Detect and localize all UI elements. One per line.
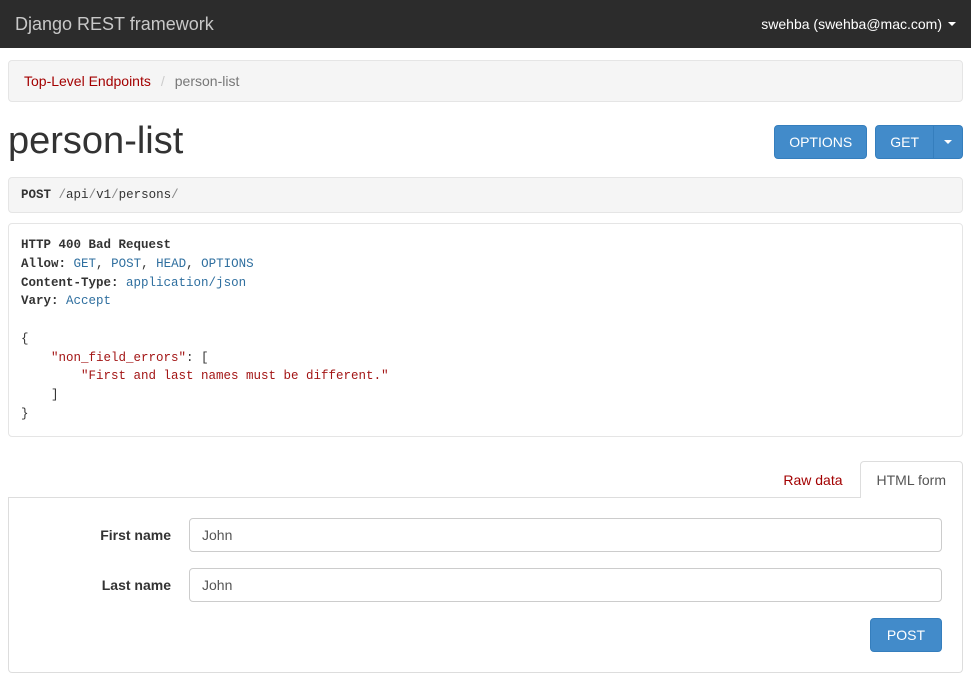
tab-raw-data[interactable]: Raw data xyxy=(766,461,859,498)
request-line: POST /api/v1/persons/ xyxy=(8,177,963,213)
chevron-down-icon xyxy=(944,140,952,144)
get-button[interactable]: GET xyxy=(875,125,934,159)
request-method: POST xyxy=(21,188,51,202)
form-panel: First name Last name POST xyxy=(8,498,963,673)
last-name-label: Last name xyxy=(29,577,189,593)
navbar-user-label: swehba (swehba@mac.com) xyxy=(761,16,942,32)
breadcrumb-current: person-list xyxy=(175,73,240,89)
breadcrumb-root-link[interactable]: Top-Level Endpoints xyxy=(24,73,151,89)
navbar: Django REST framework swehba (swehba@mac… xyxy=(0,0,971,48)
navbar-brand[interactable]: Django REST framework xyxy=(15,14,214,35)
breadcrumb: Top-Level Endpoints / person-list xyxy=(8,60,963,102)
post-button[interactable]: POST xyxy=(870,618,942,652)
tab-html-form[interactable]: HTML form xyxy=(860,461,963,498)
navbar-user-menu[interactable]: swehba (swehba@mac.com) xyxy=(761,16,956,32)
response-box: HTTP 400 Bad Request Allow: GET, POST, H… xyxy=(8,223,963,437)
response-status: HTTP 400 Bad Request xyxy=(21,238,171,252)
page-title: person-list xyxy=(8,120,183,163)
last-name-input[interactable] xyxy=(189,568,942,602)
chevron-down-icon xyxy=(948,22,956,26)
tabs: Raw data HTML form xyxy=(8,461,963,498)
options-button[interactable]: OPTIONS xyxy=(774,125,867,159)
first-name-input[interactable] xyxy=(189,518,942,552)
get-dropdown-button[interactable] xyxy=(934,125,963,159)
first-name-label: First name xyxy=(29,527,189,543)
breadcrumb-separator: / xyxy=(161,73,165,89)
